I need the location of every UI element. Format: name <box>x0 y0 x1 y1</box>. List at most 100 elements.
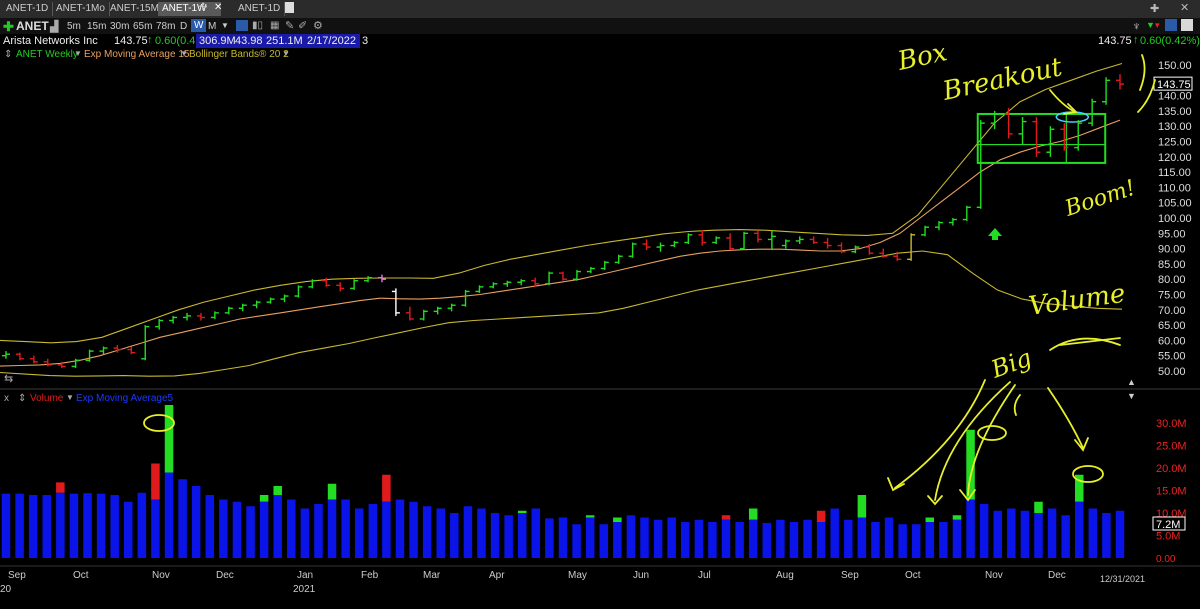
interval-w[interactable]: W <box>191 19 207 32</box>
chart-type-icon[interactable]: ▟ <box>50 20 58 33</box>
pane-swap-icon[interactable]: ⇆ <box>4 372 13 385</box>
tab-anet-1w[interactable]: ANET-1W <box>158 2 221 16</box>
legend-volume[interactable]: Volume <box>30 393 63 404</box>
draw-tool-icon[interactable]: ✎ <box>285 19 294 32</box>
volume-close-icon[interactable]: x <box>4 393 9 404</box>
volume-bar <box>748 519 758 558</box>
move-tab-icon[interactable]: ✣ <box>199 2 207 13</box>
interval-78m[interactable]: 78m <box>156 21 175 32</box>
price-tick-label: 55.00 <box>1158 351 1186 363</box>
ema-dropdown-icon[interactable]: ▼ <box>180 49 188 58</box>
volume-bar <box>1061 515 1070 558</box>
volume-bar <box>1074 501 1084 558</box>
bollinger-dropdown-icon[interactable]: ▼ <box>282 49 290 58</box>
tab-strip: ANET-1D ANET-1Mo ANET-15M ANET-1W ✣ ✕ AN… <box>0 0 1200 19</box>
tab-anet-15m[interactable]: ANET-15M <box>106 2 164 16</box>
volume-bar <box>830 508 839 558</box>
settings-icon[interactable]: ⚙ <box>313 19 323 32</box>
volume-bar <box>844 519 853 558</box>
volume-bar <box>327 499 337 558</box>
close-window-icon[interactable]: ✕ <box>1180 1 1189 14</box>
tab-anet-1d-2[interactable]: ANET-1D <box>234 2 286 16</box>
volume-bar <box>341 499 350 558</box>
volume-bar <box>653 519 663 558</box>
x-tick-label: Aug <box>776 570 794 581</box>
new-tab-icon[interactable] <box>285 2 294 13</box>
volume-bar <box>56 492 65 558</box>
price-tick-label: 50.00 <box>1158 366 1186 378</box>
symbol-field[interactable]: ANET <box>16 19 49 33</box>
legend-ema[interactable]: Exp Moving Average 15 <box>84 49 189 60</box>
volume-bar <box>517 513 527 558</box>
x-tick-label: Feb <box>361 570 379 581</box>
volume-bar <box>585 517 595 558</box>
filter-icon[interactable]: ▼ <box>1146 20 1155 30</box>
brush-icon[interactable]: ✐ <box>298 19 307 32</box>
interval-dropdown-icon[interactable]: ▼ <box>221 21 229 30</box>
layout-icon[interactable] <box>236 20 248 31</box>
right-last-price: 143.75 <box>1098 35 1132 47</box>
volume-bar <box>382 501 391 558</box>
x-year-label: 2021 <box>293 584 316 595</box>
up-arrow-icon: ↑ <box>147 34 153 46</box>
grid-icon[interactable]: ▦ <box>270 20 279 31</box>
volume-bar <box>124 501 133 558</box>
price-tick-label: 85.00 <box>1158 259 1186 271</box>
interval-30m[interactable]: 30m <box>110 21 129 32</box>
scroll-down-icon[interactable]: ▼ <box>1127 391 1136 401</box>
volume-dropdown-icon[interactable]: ▼ <box>66 393 74 402</box>
volume-excess-bar <box>382 474 391 502</box>
volume-bar <box>191 486 201 558</box>
right-price-change: 0.60(0.42%) <box>1140 35 1200 47</box>
volume-bar <box>1007 508 1016 558</box>
price-dropdown-icon[interactable]: ▼ <box>74 49 82 58</box>
volume-bar <box>871 522 880 558</box>
share-icon[interactable] <box>1165 19 1177 31</box>
x-tick-label: Sep <box>841 570 859 581</box>
add-window-icon[interactable]: ✚ <box>1150 2 1159 15</box>
volume-bar <box>246 506 255 558</box>
stat-2: 43.98 <box>235 35 263 47</box>
interval-15m[interactable]: 15m <box>87 21 106 32</box>
volume-bar <box>273 495 282 558</box>
volume-bar <box>259 501 269 558</box>
close-tab-icon[interactable]: ✕ <box>214 2 222 13</box>
volume-bar <box>626 515 636 558</box>
page-icon[interactable] <box>1181 19 1193 31</box>
flash-icon[interactable]: ♆ <box>1132 19 1141 33</box>
volume-bar <box>490 513 500 558</box>
volume-bar <box>911 524 921 558</box>
volume-tick-label: 30.0M <box>1156 418 1187 430</box>
volume-bar <box>816 522 826 558</box>
volume-bar <box>1047 508 1057 558</box>
tab-anet-1mo[interactable]: ANET-1Mo <box>52 2 110 16</box>
tab-anet-1d[interactable]: ANET-1D <box>2 2 54 16</box>
price-tick-label: 90.00 <box>1158 244 1186 256</box>
interval-5m[interactable]: 5m <box>67 21 81 32</box>
legend-toggle-icon[interactable]: ⇕ <box>4 49 12 60</box>
volume-bar <box>232 501 242 558</box>
legend-price[interactable]: ANET Weekly <box>16 49 78 60</box>
volume-toggle-icon[interactable]: ⇕ <box>18 393 26 404</box>
volume-bar <box>409 501 418 558</box>
price-tick-label: 140.00 <box>1158 91 1192 103</box>
volume-bar <box>42 495 52 558</box>
x-tick-label: Dec <box>216 570 234 581</box>
interval-m[interactable]: M <box>208 21 216 32</box>
add-symbol-icon[interactable]: ✚ <box>3 19 14 35</box>
price-tick-label: 110.00 <box>1158 182 1191 194</box>
scroll-up-icon[interactable]: ▲ <box>1127 377 1136 387</box>
x-tick-label: Nov <box>985 570 1003 581</box>
volume-excess-bar <box>748 508 758 520</box>
quote-bar: Arista Networks Inc 143.75 ↑ 0.60(0.42%)… <box>0 34 1200 48</box>
volume-bar <box>450 513 459 558</box>
bars-icon[interactable]: ▮▯ <box>252 20 263 31</box>
legend-bollinger[interactable]: Bollinger Bands® 20 2 <box>189 49 289 60</box>
interval-d[interactable]: D <box>180 21 187 32</box>
legend-volume-ema[interactable]: Exp Moving Average5 <box>76 393 173 404</box>
filter-red-icon[interactable]: ▾ <box>1155 20 1160 31</box>
interval-65m[interactable]: 65m <box>133 21 152 32</box>
volume-bar <box>15 493 24 558</box>
volume-bar <box>966 499 975 558</box>
study-legend: ⇕ ANET Weekly ▼ Exp Moving Average 15 ▼ … <box>0 48 1200 62</box>
